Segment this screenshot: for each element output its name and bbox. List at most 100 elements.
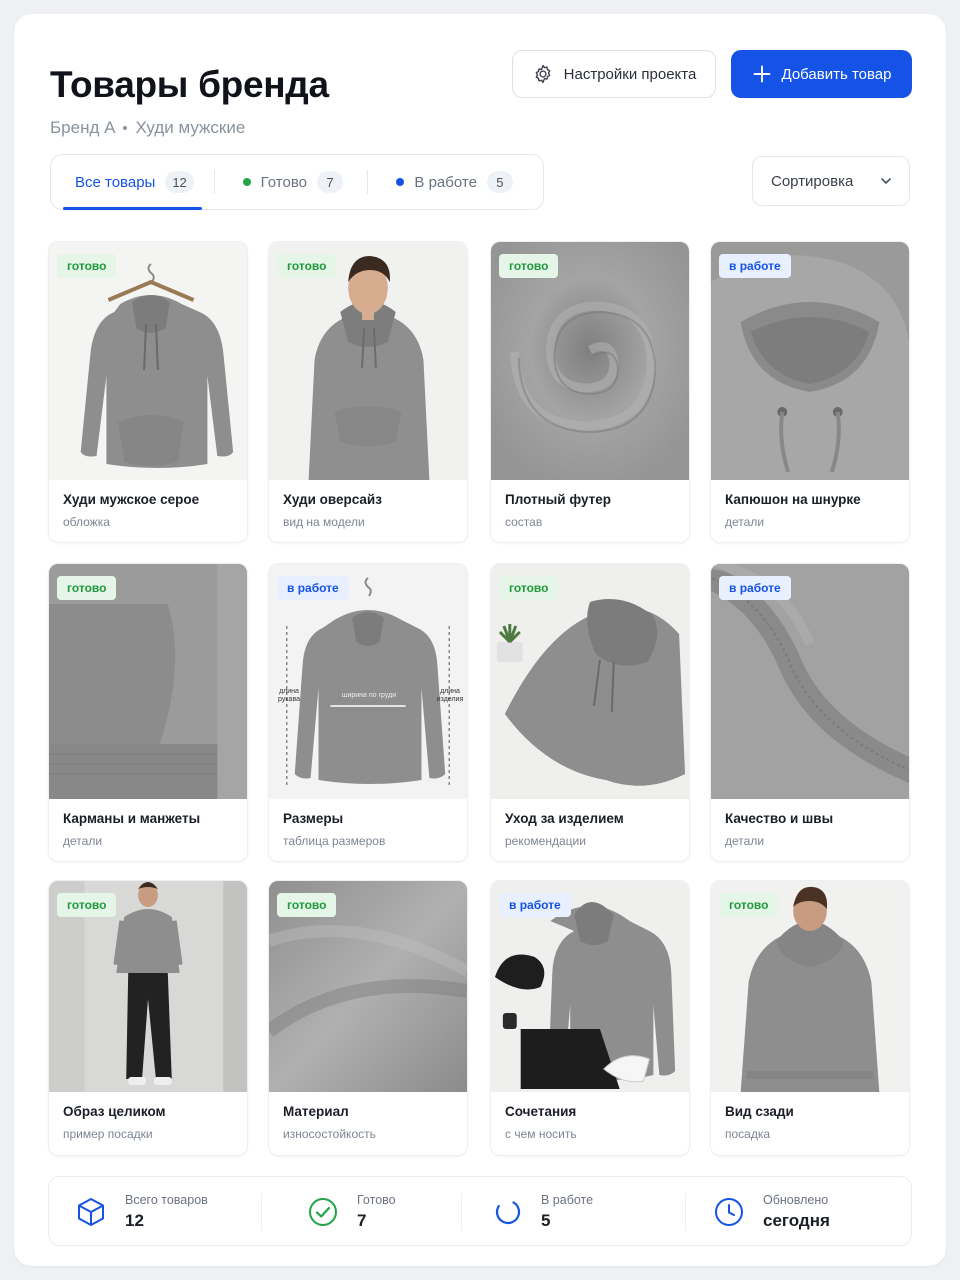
status-tabs: Все товары 12 Готово 7 В работе 5 [50,154,544,210]
card-subtitle: обложка [63,515,110,529]
sort-label: Сортировка [771,172,854,190]
status-badge: в работе [719,576,791,600]
product-card[interactable]: готово Худи оверсайз вид на модели [268,241,468,543]
stat-value: 5 [541,1211,551,1230]
stat-label: Всего товаров [125,1193,208,1207]
card-caption: Худи мужское серое обложка [49,478,247,542]
progress-icon [495,1199,521,1225]
card-title: Образ целиком [63,1104,166,1119]
stat-value: 7 [357,1211,367,1230]
page-header: Товары бренда Бренд А Худи мужские Настр… [50,50,912,150]
product-image-back-view: готово [711,881,909,1092]
stat-updated: Обновлено сегодня [713,1177,830,1247]
product-card[interactable]: в работе Качество и швы детали [710,563,910,862]
card-subtitle: вид на модели [283,515,365,529]
product-card[interactable]: длина рукава ширина по груди длина издел… [268,563,468,862]
card-subtitle: износостойкость [283,1127,376,1141]
gear-icon [535,64,551,84]
product-card[interactable]: готово Плотный футер состав [490,241,690,543]
card-subtitle: с чем носить [505,1127,577,1141]
product-image-outfit-flatlay: в работе [491,881,689,1092]
card-title: Капюшон на шнурке [725,492,861,507]
card-caption: Качество и швы детали [711,797,909,861]
product-card[interactable]: в работе Капюшон на шнурке детали [710,241,910,543]
card-title: Материал [283,1104,349,1119]
size-label-length: длина изделия [436,688,464,703]
size-label-sleeve: длина рукава [278,688,300,703]
tab-in-progress[interactable]: В работе 5 [368,155,543,209]
product-image-full-look: готово [49,881,247,1092]
card-subtitle: детали [725,834,765,848]
tab-count: 5 [486,171,513,193]
product-card[interactable]: готово Образ целиком пример посадки [48,880,248,1156]
add-product-label: Добавить товар [781,65,892,83]
product-card[interactable]: готово Карманы и манжеты детали [48,563,248,862]
chevron-down-icon [881,178,891,184]
status-badge: готово [57,254,117,278]
product-image-seam-closeup: в работе [711,564,909,799]
tab-all-products[interactable]: Все товары 12 [51,155,214,210]
card-title: Размеры [283,811,344,826]
product-image-hood-closeup: в работе [711,242,909,480]
product-card[interactable]: готово Вид сзади посадка [710,880,910,1156]
product-image-size-chart: длина рукава ширина по груди длина издел… [269,564,467,799]
product-image-hoodie-on-hanger: готово [49,242,247,480]
status-badge: в работе [499,893,571,917]
sort-dropdown[interactable]: Сортировка [752,156,910,206]
card-caption: Уход за изделием рекомендации [491,797,689,861]
stat-total: Всего товаров 12 [75,1177,208,1247]
product-image-pocket-closeup: готово [49,564,247,799]
card-caption: Худи оверсайз вид на модели [269,478,467,542]
card-subtitle: детали [725,515,765,529]
stat-value: 12 [125,1211,144,1230]
status-badge: готово [57,576,117,600]
card-caption: Вид сзади посадка [711,1090,909,1155]
card-title: Плотный футер [505,492,612,507]
status-badge: в работе [277,576,349,600]
product-card[interactable]: в работе Сочетания с чем носить [490,880,690,1156]
card-subtitle: детали [63,834,103,848]
product-image-folded-hoodie: готово [491,564,689,799]
product-card[interactable]: готово Материал износостойкость [268,880,468,1156]
card-title: Сочетания [505,1104,577,1119]
card-caption: Образ целиком пример посадки [49,1090,247,1155]
card-title: Карманы и манжеты [63,811,201,826]
check-circle-icon [309,1198,337,1226]
main-panel: Товары бренда Бренд А Худи мужские Настр… [14,14,946,1266]
product-card[interactable]: готово Уход за изделием рекомендации [490,563,690,862]
status-badge: готово [719,893,779,917]
clock-icon [715,1198,743,1226]
add-product-button[interactable]: Добавить товар [731,50,912,98]
product-image-fabric-texture: готово [269,881,467,1092]
stat-label: В работе [541,1193,594,1207]
card-subtitle: состав [505,515,543,529]
product-image-model-front: готово [269,242,467,480]
stat-label: Обновлено [763,1193,829,1207]
status-badge: готово [277,893,337,917]
tab-label: В работе [414,173,477,191]
breadcrumb-category[interactable]: Худи мужские [135,118,245,138]
card-subtitle: рекомендации [505,834,586,848]
tab-ready[interactable]: Готово 7 [215,155,368,209]
product-card[interactable]: готово Худи мужское серое обложка [48,241,248,543]
tab-label: Все товары [75,173,156,191]
stat-divider [261,1193,262,1231]
card-title: Худи оверсайз [283,492,382,507]
ready-dot-icon [242,178,251,186]
card-caption: Размеры таблица размеров [269,797,467,861]
stats-bar: Всего товаров 12 Готово 7 В работе 5 Обн… [48,1176,912,1246]
card-subtitle: посадка [725,1127,771,1141]
page-title: Товары бренда [50,64,329,105]
stat-divider [461,1193,462,1231]
card-title: Качество и швы [725,811,834,826]
breadcrumb: Бренд А Худи мужские [50,118,245,138]
card-subtitle: пример посадки [63,1127,153,1141]
breadcrumb-brand[interactable]: Бренд А [50,118,115,138]
card-title: Уход за изделием [505,811,624,826]
card-caption: Сочетания с чем носить [491,1090,689,1155]
project-settings-button[interactable]: Настройки проекта [512,50,716,98]
card-caption: Карманы и манжеты детали [49,797,247,861]
size-label-chest: ширина по груди [341,692,397,699]
status-badge: готово [499,254,559,278]
card-title: Худи мужское серое [63,492,200,507]
